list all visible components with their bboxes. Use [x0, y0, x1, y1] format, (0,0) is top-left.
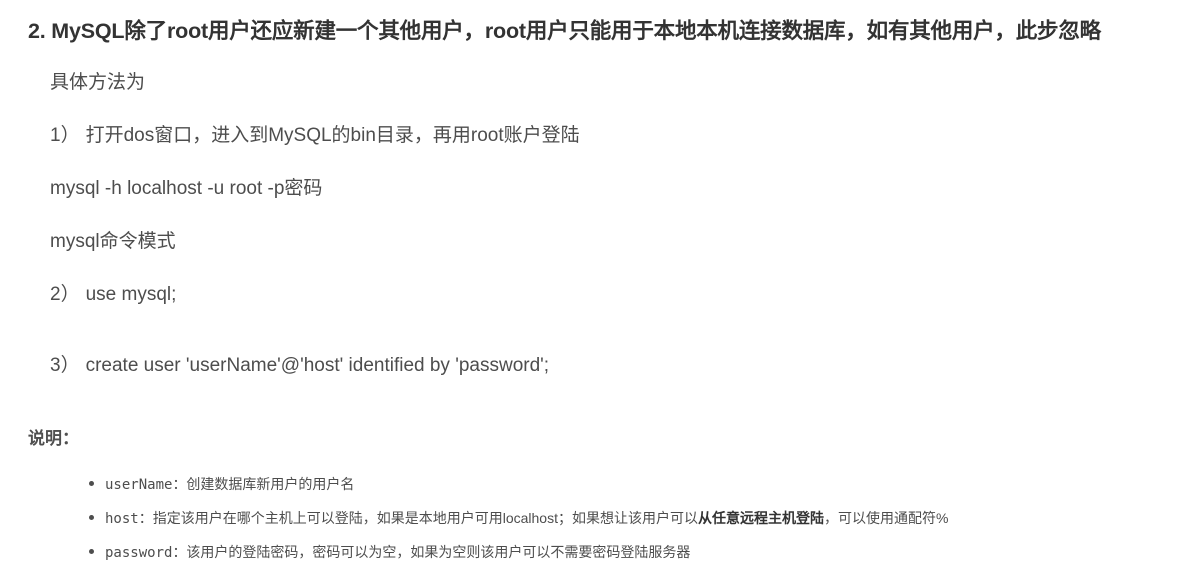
login-command: mysql -h localhost -u root -p密码	[50, 178, 323, 199]
bullet-icon	[89, 549, 94, 554]
bullet-icon	[89, 515, 94, 520]
desc-username: ：创建数据库新用户的用户名	[172, 476, 355, 492]
desc-host-emphasis: 从任意远程主机登陆	[697, 510, 824, 526]
desc-host-tail: ，可以使用通配符%	[823, 510, 949, 526]
list-item-host: host：指定该用户在哪个主机上可以登陆，如果是本地用户可用localhost；…	[88, 506, 948, 540]
desc-password: ：该用户的登陆密码，密码可以为空，如果为空则该用户可以不需要密码登陆服务器	[172, 544, 691, 560]
note-label: 说明：	[28, 429, 79, 448]
step-text: create user 'userName'@'host' identified…	[85, 355, 550, 376]
desc-host: ：指定该用户在哪个主机上可以登陆，如果是本地用户可用localhost；如果想让…	[138, 510, 698, 526]
mode-text: mysql命令模式	[50, 231, 176, 252]
step-text: use mysql;	[85, 284, 177, 305]
step-2: 2） use mysql;	[50, 282, 176, 308]
bullet-icon	[89, 481, 94, 486]
step-text: 打开dos窗口，进入到MySQL的bin目录，再用root账户登陆	[85, 125, 580, 146]
step-number: 1）	[50, 125, 80, 146]
term-username: userName	[105, 477, 173, 493]
step-1: 1） 打开dos窗口，进入到MySQL的bin目录，再用root账户登陆	[50, 123, 580, 149]
section-heading: 2. MySQL除了root用户还应新建一个其他用户，root用户只能用于本地本…	[28, 19, 1101, 43]
step-number: 2）	[50, 284, 80, 305]
notes-list: userName：创建数据库新用户的用户名 host：指定该用户在哪个主机上可以…	[88, 472, 948, 574]
list-item-username: userName：创建数据库新用户的用户名	[88, 472, 948, 506]
step-3: 3） create user 'userName'@'host' identifi…	[50, 353, 549, 379]
step-number: 3）	[50, 355, 80, 376]
term-host: host	[105, 511, 139, 527]
list-item-password: password：该用户的登陆密码，密码可以为空，如果为空则该用户可以不需要密码…	[88, 540, 948, 574]
method-intro: 具体方法为	[50, 72, 146, 93]
term-password: password	[105, 545, 173, 561]
